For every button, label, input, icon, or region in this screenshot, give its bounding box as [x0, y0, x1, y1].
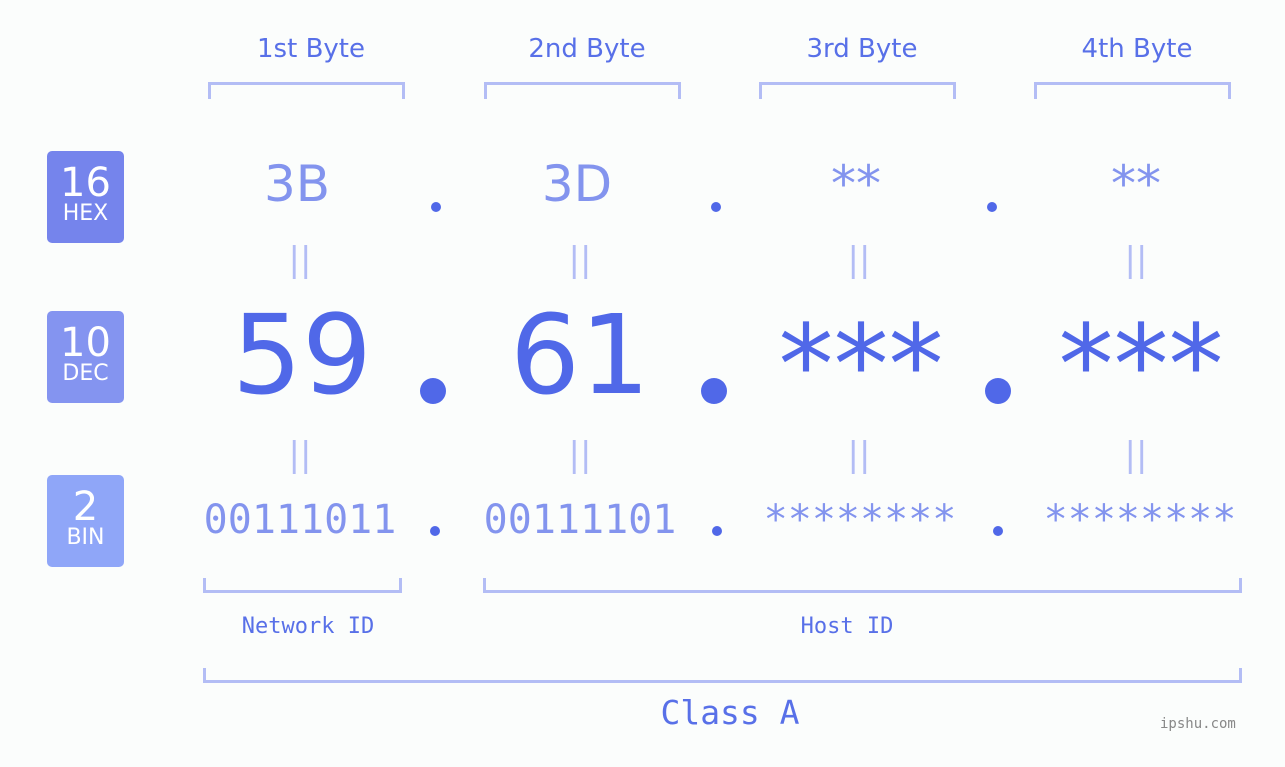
- hex-base-label: HEX: [62, 201, 109, 226]
- byte-header-2: 2nd Byte: [528, 34, 646, 64]
- bin-base-label: BIN: [66, 525, 105, 550]
- bin-badge: 2 BIN: [47, 475, 124, 567]
- byte-header-1: 1st Byte: [257, 34, 365, 64]
- byte-header-3: 3rd Byte: [806, 34, 918, 64]
- hex-byte-3: **: [831, 155, 881, 213]
- dec-byte-4: ***: [1058, 301, 1224, 429]
- dec-base-label: DEC: [62, 361, 109, 386]
- class-bracket: [203, 668, 1242, 683]
- host-id-bracket: [483, 578, 1242, 593]
- host-id-label: Host ID: [800, 614, 894, 639]
- bin-byte-1: 00111011: [203, 497, 397, 543]
- equals-icon: ||: [568, 240, 592, 280]
- dec-byte-3: ***: [778, 301, 944, 429]
- hex-badge: 16 HEX: [47, 151, 124, 243]
- hex-separator-dot-3: [987, 202, 997, 212]
- equals-icon: ||: [1124, 240, 1148, 280]
- byte-bracket-2: [484, 82, 681, 99]
- dec-separator-dot-1: [420, 378, 446, 404]
- hex-separator-dot-2: [711, 202, 721, 212]
- byte-bracket-4: [1034, 82, 1231, 99]
- watermark: ipshu.com: [1160, 716, 1236, 732]
- equals-icon: ||: [288, 240, 312, 280]
- hex-base-number: 16: [60, 160, 111, 206]
- hex-byte-1: 3B: [263, 155, 331, 213]
- dec-byte-2: 61: [510, 291, 650, 419]
- dec-byte-1: 59: [232, 291, 372, 419]
- bin-byte-2: 00111101: [483, 497, 677, 543]
- dec-base-number: 10: [60, 320, 111, 366]
- network-id-label: Network ID: [241, 614, 375, 639]
- bin-separator-dot-3: [993, 526, 1003, 536]
- hex-separator-dot-1: [431, 202, 441, 212]
- byte-bracket-1: [208, 82, 405, 99]
- class-label: Class A: [660, 693, 800, 732]
- equals-icon: ||: [288, 435, 312, 475]
- bin-separator-dot-1: [430, 526, 440, 536]
- dec-badge: 10 DEC: [47, 311, 124, 403]
- equals-icon: ||: [847, 240, 871, 280]
- equals-icon: ||: [1124, 435, 1148, 475]
- bin-byte-3: ********: [763, 497, 957, 543]
- bin-byte-4: ********: [1043, 497, 1237, 543]
- dec-separator-dot-2: [701, 378, 727, 404]
- equals-icon: ||: [847, 435, 871, 475]
- equals-icon: ||: [568, 435, 592, 475]
- bin-separator-dot-2: [712, 526, 722, 536]
- hex-byte-4: **: [1111, 155, 1161, 213]
- bin-base-number: 2: [72, 484, 99, 530]
- network-id-bracket: [203, 578, 402, 593]
- dec-separator-dot-3: [985, 378, 1011, 404]
- hex-byte-2: 3D: [541, 155, 613, 213]
- byte-header-4: 4th Byte: [1081, 34, 1193, 64]
- byte-bracket-3: [759, 82, 956, 99]
